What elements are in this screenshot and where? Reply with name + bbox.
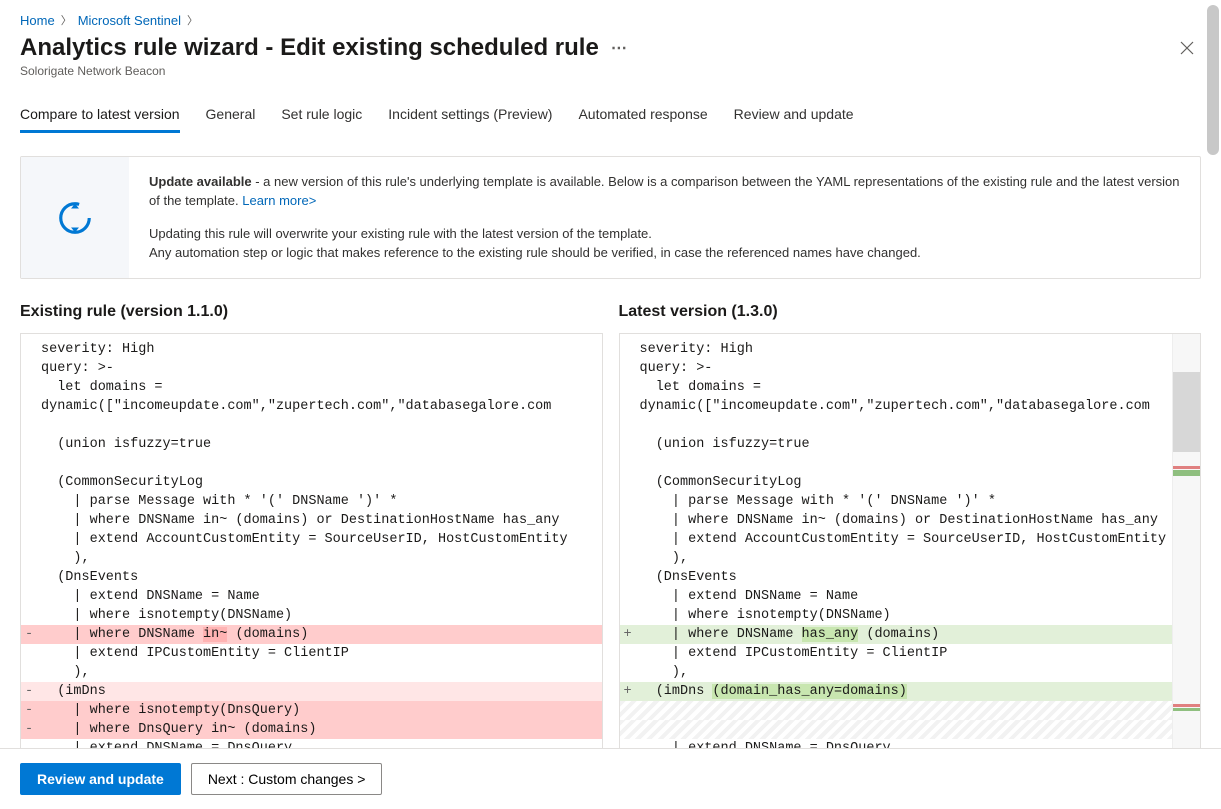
code-line: | extend DNSName = Name	[21, 587, 602, 606]
main-content: Home 〉 Microsoft Sentinel 〉 Analytics ru…	[0, 0, 1221, 748]
tab-general[interactable]: General	[206, 100, 256, 133]
latest-version-title: Latest version (1.3.0)	[619, 303, 1202, 321]
code-line: (CommonSecurityLog	[620, 473, 1201, 492]
tab-set-rule-logic[interactable]: Set rule logic	[281, 100, 362, 133]
code-line: - (imDns	[21, 682, 602, 701]
code-line: ),	[620, 663, 1201, 682]
code-line	[620, 701, 1201, 720]
update-banner: Update available - a new version of this…	[20, 156, 1201, 279]
code-line: | extend AccountCustomEntity = SourceUse…	[21, 530, 602, 549]
latest-code[interactable]: severity: Highquery: >- let domains =dyn…	[619, 333, 1202, 748]
page-subtitle: Solorigate Network Beacon	[20, 64, 627, 78]
code-line	[620, 720, 1201, 739]
code-line: severity: High	[21, 340, 602, 359]
code-line: + (imDns (domain_has_any=domains)	[620, 682, 1201, 701]
minimap[interactable]	[1172, 334, 1200, 748]
code-line: | where DNSName in~ (domains) or Destina…	[620, 511, 1201, 530]
code-line	[620, 454, 1201, 473]
code-line: - | where DnsQuery in~ (domains)	[21, 720, 602, 739]
tab-incident-settings[interactable]: Incident settings (Preview)	[388, 100, 552, 133]
more-icon[interactable]: ⋯	[611, 38, 627, 58]
banner-text-2: Updating this rule will overwrite your e…	[149, 225, 1180, 244]
code-line: + | where DNSName has_any (domains)	[620, 625, 1201, 644]
vertical-scrollbar[interactable]	[1205, 0, 1221, 748]
existing-code[interactable]: severity: Highquery: >- let domains =dyn…	[20, 333, 603, 748]
code-line: | extend AccountCustomEntity = SourceUse…	[620, 530, 1201, 549]
chevron-right-icon: 〉	[187, 12, 198, 28]
existing-rule-title: Existing rule (version 1.1.0)	[20, 303, 603, 321]
code-line: | extend IPCustomEntity = ClientIP	[620, 644, 1201, 663]
learn-more-link[interactable]: Learn more>	[242, 193, 316, 208]
page-title: Analytics rule wizard - Edit existing sc…	[20, 34, 599, 62]
close-icon[interactable]	[1173, 34, 1201, 62]
code-line: dynamic(["incomeupdate.com","zupertech.c…	[620, 397, 1201, 416]
code-line: | extend DNSName = DnsQuery	[21, 739, 602, 748]
code-line: severity: High	[620, 340, 1201, 359]
code-line: (union isfuzzy=true	[620, 435, 1201, 454]
breadcrumb-home[interactable]: Home	[20, 13, 55, 28]
code-line: | where isnotempty(DNSName)	[21, 606, 602, 625]
code-line: | extend IPCustomEntity = ClientIP	[21, 644, 602, 663]
tab-compare[interactable]: Compare to latest version	[20, 100, 180, 133]
code-line: dynamic(["incomeupdate.com","zupertech.c…	[21, 397, 602, 416]
code-line: (CommonSecurityLog	[21, 473, 602, 492]
code-line: | extend DNSName = DnsQuery	[620, 739, 1201, 748]
update-icon	[21, 157, 129, 278]
code-line: let domains =	[21, 378, 602, 397]
code-line: ),	[21, 549, 602, 568]
tabs: Compare to latest version General Set ru…	[20, 100, 1201, 134]
code-line: (union isfuzzy=true	[21, 435, 602, 454]
code-line: | extend DNSName = Name	[620, 587, 1201, 606]
code-line: ),	[620, 549, 1201, 568]
code-line: query: >-	[620, 359, 1201, 378]
code-line: - | where DNSName in~ (domains)	[21, 625, 602, 644]
code-line: | parse Message with * '(' DNSName ')' *	[620, 492, 1201, 511]
tab-review-update[interactable]: Review and update	[734, 100, 854, 133]
banner-title: Update available	[149, 174, 252, 189]
tab-automated-response[interactable]: Automated response	[578, 100, 707, 133]
code-line: | where isnotempty(DNSName)	[620, 606, 1201, 625]
chevron-right-icon: 〉	[61, 12, 72, 28]
code-line: | parse Message with * '(' DNSName ')' *	[21, 492, 602, 511]
breadcrumb: Home 〉 Microsoft Sentinel 〉	[20, 12, 1201, 28]
code-line	[620, 416, 1201, 435]
code-line: | where DNSName in~ (domains) or Destina…	[21, 511, 602, 530]
breadcrumb-sentinel[interactable]: Microsoft Sentinel	[78, 13, 181, 28]
code-line: query: >-	[21, 359, 602, 378]
code-line: ),	[21, 663, 602, 682]
wizard-footer: Review and update Next : Custom changes …	[0, 748, 1221, 809]
code-line: (DnsEvents	[21, 568, 602, 587]
code-line: - | where isnotempty(DnsQuery)	[21, 701, 602, 720]
next-custom-changes-button[interactable]: Next : Custom changes >	[191, 763, 383, 795]
code-line	[21, 454, 602, 473]
banner-text-3: Any automation step or logic that makes …	[149, 244, 1180, 263]
code-line: let domains =	[620, 378, 1201, 397]
code-line: (DnsEvents	[620, 568, 1201, 587]
review-and-update-button[interactable]: Review and update	[20, 763, 181, 795]
code-line	[21, 416, 602, 435]
